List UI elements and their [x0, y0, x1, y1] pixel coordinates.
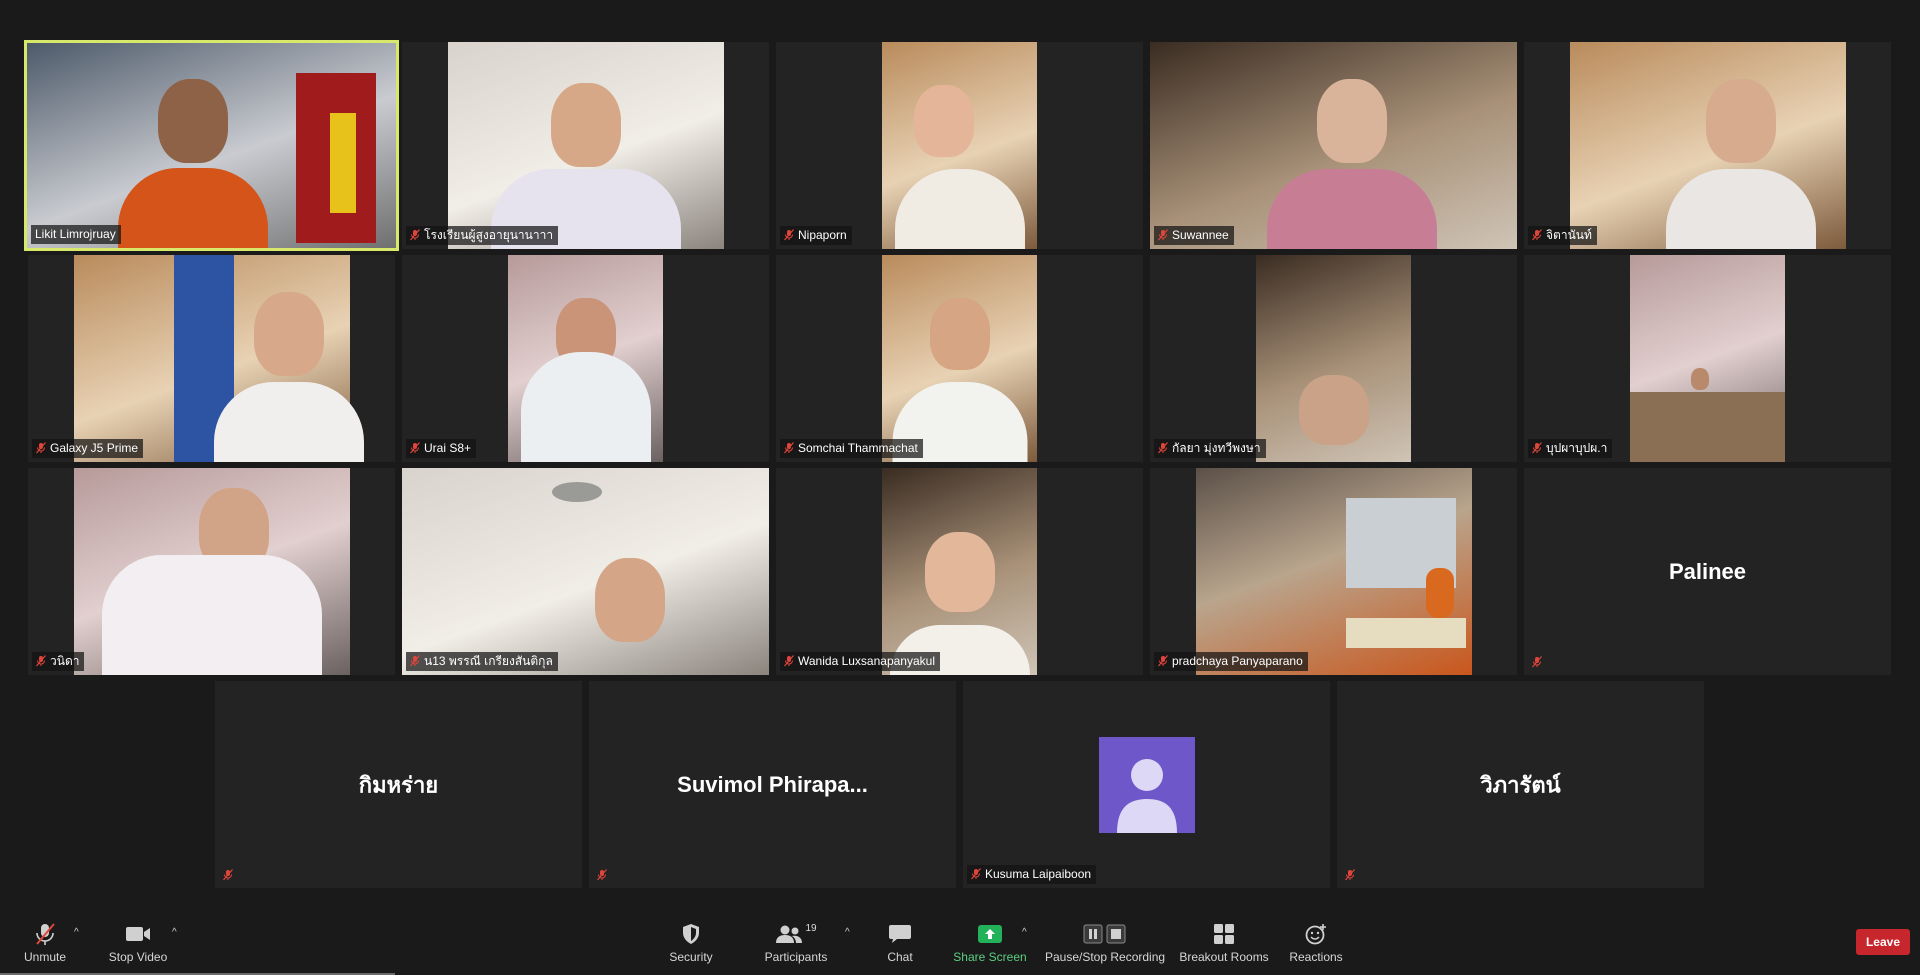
video-tile[interactable]: วิภารัตน์ [1337, 681, 1704, 888]
unmute-button[interactable]: Unmute [20, 921, 70, 971]
pause-stop-recording-button[interactable]: Pause/Stop Recording [1045, 921, 1165, 971]
video-camera-icon [125, 921, 151, 947]
participant-name-tag: Likit Limrojruay [31, 225, 121, 244]
video-tile[interactable]: กิมหร่าย [215, 681, 582, 888]
muted-mic-icon [597, 869, 607, 881]
participant-video [1630, 255, 1785, 462]
video-tile[interactable]: บุปผาบุปผ.า [1524, 255, 1891, 462]
muted-mic-icon [34, 921, 56, 947]
smiley-icon [1305, 921, 1327, 947]
participant-video [402, 468, 769, 675]
muted-mic-icon [1158, 655, 1168, 667]
participant-video [882, 255, 1037, 462]
video-tile[interactable]: น13 พรรณี เกรียงสันติกุล [402, 468, 769, 675]
participant-name-tag: Suwannee [1154, 226, 1234, 245]
participant-video [74, 255, 365, 462]
participant-name-tag: บุปผาบุปผ.า [1528, 439, 1613, 458]
audio-options-chevron-icon[interactable]: ^ [74, 927, 79, 938]
pause-stop-icon [1083, 921, 1127, 947]
video-tile[interactable]: Somchai Thammachat [776, 255, 1143, 462]
security-button[interactable]: Security [666, 921, 716, 971]
participant-video [1570, 42, 1846, 249]
muted-mic-icon [1158, 229, 1168, 241]
chat-bubble-icon [888, 921, 912, 947]
muted-mic-icon [410, 229, 420, 241]
breakout-rooms-icon [1213, 921, 1235, 947]
participant-name-tag: Kusuma Laipaiboon [967, 865, 1097, 884]
muted-mic-icon [971, 868, 981, 880]
video-tile[interactable]: Kusuma Laipaiboon [963, 681, 1330, 888]
video-tile[interactable]: pradchaya Panyaparano [1150, 468, 1517, 675]
video-tile[interactable]: Suvimol Phirapa... [589, 681, 956, 888]
stop-video-button[interactable]: Stop Video [106, 921, 170, 971]
participant-name-tag: วนิดา [32, 652, 85, 671]
video-tile[interactable]: Suwannee [1150, 42, 1517, 249]
participants-icon: 19 [775, 921, 817, 947]
participant-name-tag [1341, 867, 1360, 884]
participant-display-name: กิมหร่าย [358, 772, 439, 797]
video-tile[interactable]: วนิดา [28, 468, 395, 675]
muted-mic-icon [1345, 869, 1355, 881]
muted-mic-icon [410, 442, 420, 454]
meeting-toolbar: Unmute ^ Stop Video ^ Security 19 Partic… [0, 915, 1920, 975]
video-tile[interactable]: โรงเรียนผู้สูงอายุนานาาา [402, 42, 769, 249]
participant-name-tag: Urai S8+ [406, 439, 477, 458]
share-options-chevron-icon[interactable]: ^ [1022, 927, 1027, 938]
muted-mic-icon [223, 869, 233, 881]
participant-video [448, 42, 724, 249]
muted-mic-icon [1532, 229, 1542, 241]
muted-mic-icon [1158, 442, 1168, 454]
breakout-rooms-button[interactable]: Breakout Rooms [1176, 921, 1272, 971]
muted-mic-icon [784, 442, 794, 454]
participant-video [1150, 42, 1517, 249]
muted-mic-icon [784, 229, 794, 241]
muted-mic-icon [1532, 656, 1542, 668]
participants-button[interactable]: 19 Participants [762, 921, 830, 971]
muted-mic-icon [36, 442, 46, 454]
video-tile[interactable]: กัลยา มุ่งทวีพงษา [1150, 255, 1517, 462]
participant-name-tag: โรงเรียนผู้สูงอายุนานาาา [406, 226, 559, 245]
participant-video [882, 468, 1037, 675]
participant-video [27, 43, 396, 248]
share-screen-button[interactable]: Share Screen [952, 921, 1028, 971]
chat-button[interactable]: Chat [880, 921, 920, 971]
participant-name-tag [1528, 654, 1547, 671]
leave-button[interactable]: Leave [1855, 929, 1910, 955]
participant-display-name: Suvimol Phirapa... [677, 771, 868, 797]
participant-video [882, 42, 1037, 249]
participant-name-tag [593, 867, 612, 884]
participant-name-tag: กัลยา มุ่งทวีพงษา [1154, 439, 1266, 458]
participant-video [1196, 468, 1472, 675]
participant-name-tag: จิตานันท์ [1528, 226, 1597, 245]
participant-video [508, 255, 663, 462]
participant-name-tag: pradchaya Panyaparano [1154, 652, 1308, 671]
participant-name-tag: Wanida Luxsanapanyakul [780, 652, 940, 671]
participant-name-tag: Nipaporn [780, 226, 852, 245]
participant-name-tag: น13 พรรณี เกรียงสันติกุล [406, 652, 558, 671]
default-avatar-icon [1098, 736, 1195, 833]
participant-video [74, 468, 350, 675]
video-tile[interactable]: Palinee [1524, 468, 1891, 675]
reactions-button[interactable]: Reactions [1286, 921, 1346, 971]
shield-icon [681, 921, 701, 947]
muted-mic-icon [36, 655, 46, 667]
participant-video [1256, 255, 1411, 462]
muted-mic-icon [410, 655, 420, 667]
share-screen-icon [977, 921, 1003, 947]
video-tile[interactable]: Galaxy J5 Prime [28, 255, 395, 462]
muted-mic-icon [1532, 442, 1542, 454]
video-tile[interactable]: Nipaporn [776, 42, 1143, 249]
video-tile[interactable]: Urai S8+ [402, 255, 769, 462]
participant-display-name: Palinee [1668, 558, 1747, 584]
participants-options-chevron-icon[interactable]: ^ [845, 927, 850, 938]
muted-mic-icon [784, 655, 794, 667]
video-tile[interactable]: Likit Limrojruay [24, 40, 399, 251]
video-tile[interactable]: Wanida Luxsanapanyakul [776, 468, 1143, 675]
participant-display-name: วิภารัตน์ [1480, 772, 1561, 797]
video-tile[interactable]: จิตานันท์ [1524, 42, 1891, 249]
participant-name-tag [219, 867, 238, 884]
participant-name-tag: Galaxy J5 Prime [32, 439, 144, 458]
video-options-chevron-icon[interactable]: ^ [172, 927, 177, 938]
participant-name-tag: Somchai Thammachat [780, 439, 923, 458]
